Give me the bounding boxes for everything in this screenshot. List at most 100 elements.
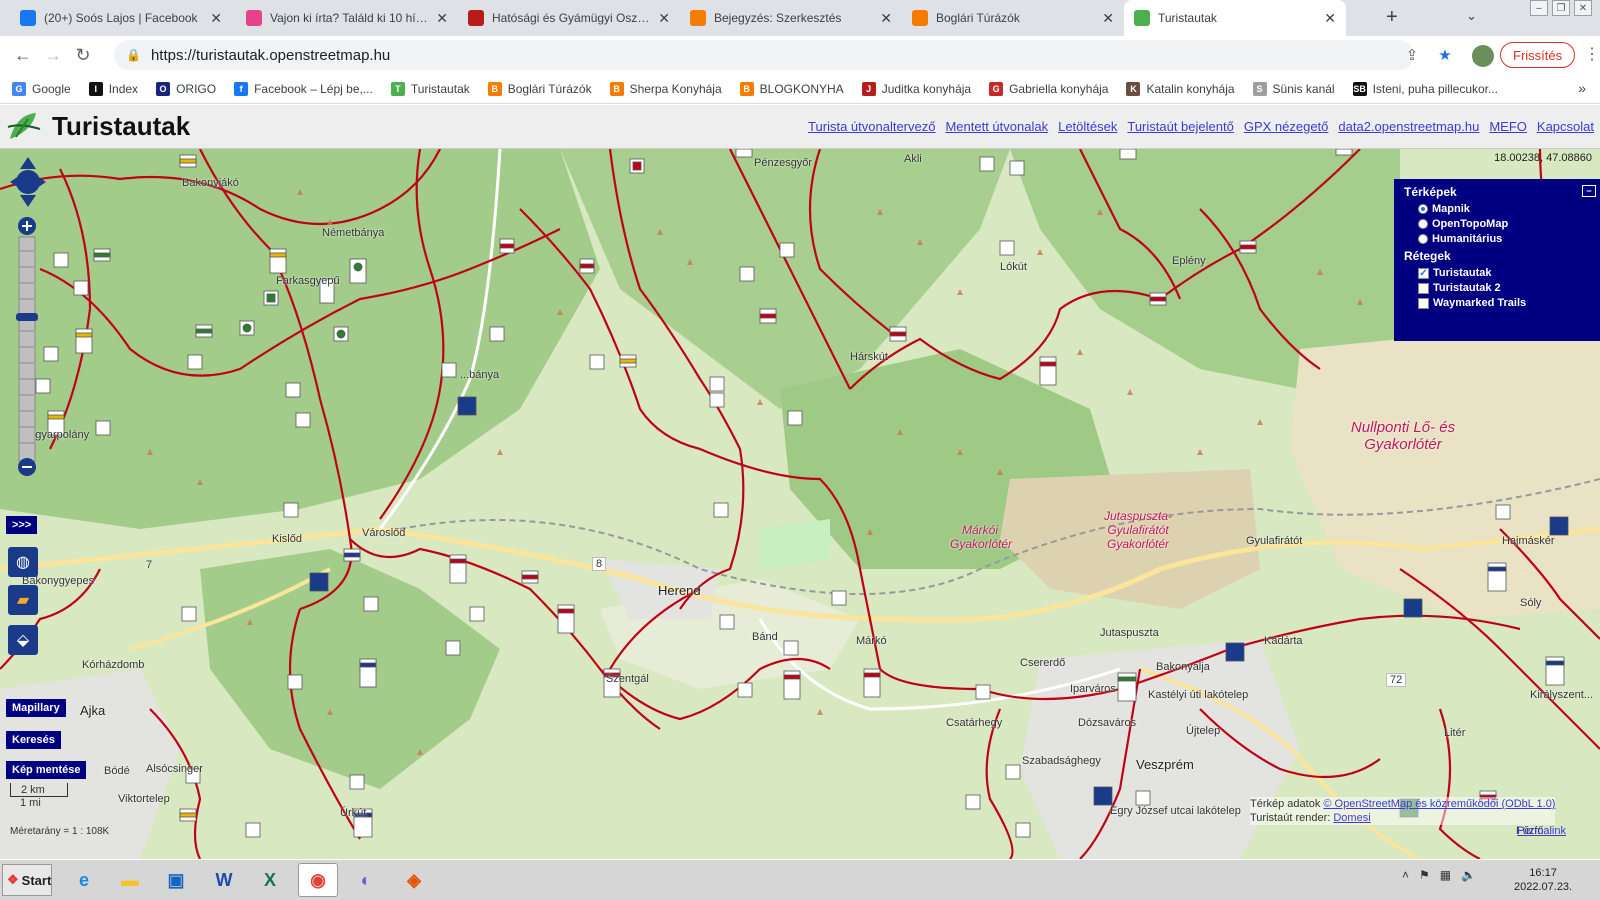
map-canvas[interactable] <box>0 149 1600 859</box>
nav-link[interactable]: Letöltések <box>1058 119 1117 134</box>
tab-search-chevron-icon[interactable]: ⌄ <box>1466 8 1477 24</box>
nav-link[interactable]: Turistaút bejelentő <box>1127 119 1233 134</box>
bookmark-item[interactable]: O ORIGO <box>156 81 216 96</box>
bookmark-item[interactable]: B Boglári Túrázók <box>487 81 592 96</box>
bookmarks-bar: G Google I Index O ORIGO f Facebook – Lépj be,.… <box>0 74 1600 104</box>
update-button[interactable]: Frissítés <box>1500 42 1576 68</box>
flag-icon[interactable]: ⚑ <box>1419 868 1430 882</box>
osm-link[interactable]: © OpenStreetMap és közreműködői (ODbL 1.… <box>1323 798 1555 810</box>
bookmark-label: Boglári Túrázók <box>507 81 592 96</box>
bookmark-item[interactable]: S Sünis kanál <box>1252 81 1335 96</box>
address-bar[interactable]: 🔒 https://turistautak.openstreetmap.hu <box>114 40 1414 70</box>
close-tab-icon[interactable]: ✕ <box>1324 10 1336 27</box>
share-icon[interactable]: ⇪ <box>1406 46 1419 64</box>
word-taskbar-icon[interactable]: W <box>204 863 244 897</box>
bookmark-item[interactable]: T Turistautak <box>390 81 470 96</box>
minimize-layers-icon[interactable]: − <box>1582 185 1596 197</box>
close-tab-icon[interactable]: ✕ <box>1102 10 1114 27</box>
domesi-link[interactable]: Domesi <box>1333 812 1370 824</box>
star-bookmark-icon[interactable]: ★ <box>1438 46 1451 64</box>
radio-button[interactable] <box>1418 219 1428 229</box>
reload-icon[interactable]: ↻ <box>68 45 98 66</box>
radio-button[interactable] <box>1418 204 1428 214</box>
bookmark-item[interactable]: f Facebook – Lépj be,... <box>234 81 373 96</box>
bookmark-item[interactable]: K Katalin konyhája <box>1126 81 1235 96</box>
ruler-icon[interactable]: ▰ <box>8 585 38 615</box>
mapillary-button[interactable]: Mapillary <box>6 699 66 717</box>
globe-icon[interactable]: ◍ <box>8 547 38 577</box>
place-label: Farkasgyepű <box>276 275 340 287</box>
map-attribution: Térkép adatok © OpenStreetMap és közremű… <box>1250 797 1556 825</box>
start-button[interactable]: ❖ Start <box>2 864 52 896</box>
close-window-icon[interactable]: ✕ <box>1574 0 1592 16</box>
zoom-slider[interactable] <box>16 217 38 479</box>
basemap-option[interactable]: OpenTopoMap <box>1418 218 1590 230</box>
forward-arrow-icon[interactable]: → <box>38 45 68 66</box>
bookmark-item[interactable]: G Gabriella konyhája <box>989 81 1108 96</box>
volume-icon[interactable]: 🔈 <box>1461 868 1476 882</box>
pan-control[interactable] <box>8 155 48 209</box>
location-pin-icon[interactable]: ⬙ <box>8 625 38 655</box>
nav-link[interactable]: Mentett útvonalak <box>945 119 1048 134</box>
menu-kebab-icon[interactable]: ⋮ <box>1584 44 1600 64</box>
nav-link[interactable]: Kapcsolat <box>1537 119 1594 134</box>
profile-avatar[interactable] <box>1472 45 1494 67</box>
nav-link[interactable]: GPX nézegető <box>1244 119 1329 134</box>
bookmark-item[interactable]: B BLOGKONYHA <box>739 81 844 96</box>
tab-4[interactable]: Bejegyzés: Szerkesztés ✕ <box>680 0 902 36</box>
bookmark-item[interactable]: B Sherpa Konyhája <box>609 81 722 96</box>
checkbox[interactable] <box>1418 297 1429 309</box>
basemap-option[interactable]: Mapnik <box>1418 203 1590 215</box>
checkbox[interactable] <box>1418 282 1429 294</box>
attribution-prefix: Térkép adatok <box>1250 798 1321 810</box>
overlay-option[interactable]: Turistautak 2 <box>1418 282 1590 294</box>
turistautak-logo[interactable] <box>6 109 42 143</box>
url-text[interactable]: https://turistautak.openstreetmap.hu <box>151 47 390 64</box>
tray-chevron-icon[interactable]: ˄ <box>1402 868 1409 882</box>
network-icon[interactable]: ▦ <box>1440 868 1451 882</box>
bookmark-item[interactable]: J Juditka konyhája <box>861 81 971 96</box>
more-bookmarks-chevron-icon[interactable]: » <box>1578 80 1586 96</box>
tab-6[interactable]: Turistautak ✕ <box>1124 0 1346 36</box>
road-shield: 7 <box>146 559 153 571</box>
clock[interactable]: 16:17 2022.07.23. <box>1514 866 1572 894</box>
close-tab-icon[interactable]: ✕ <box>658 10 670 27</box>
tab-1[interactable]: (20+) Soós Lajos | Facebook ✕ <box>10 0 232 36</box>
bookmark-item[interactable]: G Google <box>12 81 71 96</box>
tab-title: Hatósági és Gyámügyi Osztály v <box>492 11 651 25</box>
close-tab-icon[interactable]: ✕ <box>210 10 222 27</box>
excel-taskbar-icon[interactable]: X <box>250 863 290 897</box>
back-arrow-icon[interactable]: ← <box>8 45 38 66</box>
tab-2[interactable]: Vajon ki írta? Találd ki 10 híres m ✕ <box>236 0 458 36</box>
save-image-button[interactable]: Kép mentése <box>6 761 87 779</box>
tab-3[interactable]: Hatósági és Gyámügyi Osztály v ✕ <box>458 0 680 36</box>
close-tab-icon[interactable]: ✕ <box>436 10 448 27</box>
viewer-taskbar-icon[interactable]: ◈ <box>394 863 434 897</box>
overlay-option[interactable]: Waymarked Trails <box>1418 297 1590 309</box>
expand-sidebar-button[interactable]: >>> <box>6 516 38 534</box>
checkbox[interactable]: ✓ <box>1418 267 1429 279</box>
nav-link[interactable]: MEFO <box>1489 119 1527 134</box>
bookmark-item[interactable]: SB Isteni, puha pillecukor... <box>1352 81 1498 96</box>
ie-taskbar-icon[interactable]: e <box>64 863 104 897</box>
save-taskbar-icon[interactable]: ▣ <box>156 863 196 897</box>
chrome-taskbar-icon[interactable]: ◉ <box>298 863 338 897</box>
search-button[interactable]: Keresés <box>6 731 61 749</box>
new-tab-button[interactable]: + <box>1386 6 1398 29</box>
folder-taskbar-icon[interactable]: ▬ <box>110 863 150 897</box>
bookmark-item[interactable]: I Index <box>88 81 138 96</box>
tab-5[interactable]: Boglári Túrázók ✕ <box>902 0 1124 36</box>
nav-link[interactable]: data2.openstreetmap.hu <box>1338 119 1479 134</box>
overlay-option[interactable]: ✓ Turistautak <box>1418 267 1590 279</box>
scale-ratio: Méretarány = 1 : 108K <box>10 826 110 837</box>
restore-icon[interactable]: ❐ <box>1552 0 1570 16</box>
radio-button[interactable] <box>1418 234 1428 244</box>
close-tab-icon[interactable]: ✕ <box>880 10 892 27</box>
minimize-icon[interactable]: – <box>1530 0 1548 16</box>
basemap-option[interactable]: Humanitárius <box>1418 233 1590 245</box>
permalink-link[interactable]: Permalink <box>1517 825 1566 837</box>
map-viewport[interactable]: Bakonyjákó Németbánya Farkasgyepű Akli P… <box>0 149 1600 859</box>
vpn-taskbar-icon[interactable]: ◐ <box>346 863 386 897</box>
place-label: Gyulafirátót <box>1246 535 1303 547</box>
nav-link[interactable]: Turista útvonaltervező <box>808 119 935 134</box>
